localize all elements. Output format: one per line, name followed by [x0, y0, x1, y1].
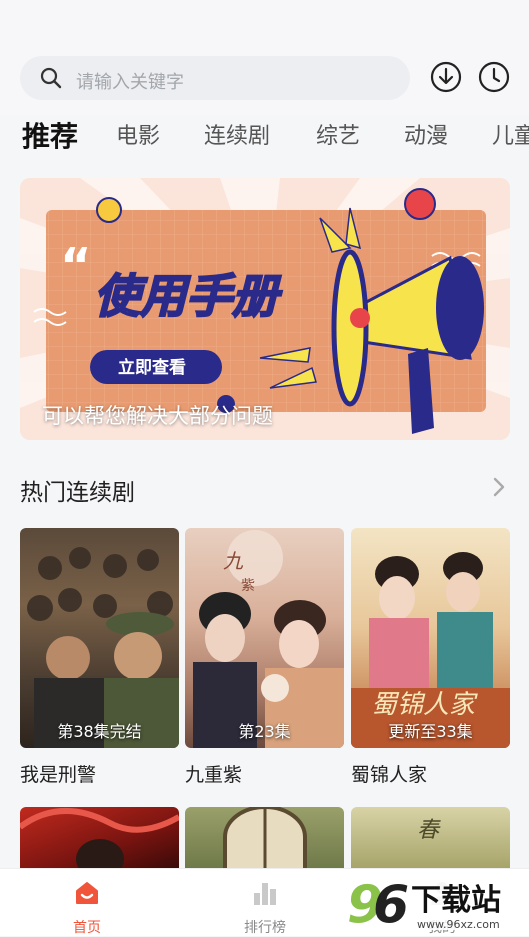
- nav-label: 首页: [73, 920, 101, 936]
- nav-label: 排行榜: [244, 920, 286, 936]
- svg-text:九: 九: [223, 549, 244, 573]
- poster-image: [185, 807, 344, 868]
- drama-title: 蜀锦人家: [351, 764, 428, 786]
- poster-image: 九 紫 第23集: [185, 528, 344, 748]
- drama-card[interactable]: 蜀锦人家 更新至33集 蜀锦人家: [351, 528, 510, 788]
- tab-kids[interactable]: 儿童: [492, 118, 529, 150]
- svg-text:春: 春: [417, 818, 441, 843]
- chevron-right-icon[interactable]: [490, 476, 508, 498]
- episode-badge: 第38集完结: [57, 722, 142, 741]
- banner-heading: 使用手册: [94, 269, 283, 323]
- poster-image: 春: [351, 807, 510, 868]
- tab-variety[interactable]: 综艺: [316, 118, 360, 150]
- drama-card[interactable]: 九 紫 第23集 九重紫: [185, 528, 344, 788]
- category-tabs: 推荐 电影 连续剧 综艺 动漫 儿童: [0, 118, 529, 162]
- svg-text:下载站: 下载站: [411, 883, 501, 918]
- tab-movies[interactable]: 电影: [116, 118, 160, 150]
- search-placeholder: 请输入关键字: [76, 72, 184, 93]
- svg-text:6: 6: [373, 875, 409, 932]
- poster-image: [20, 807, 179, 868]
- watermark-logo: 9 6 下载站 www.96xz.com: [345, 875, 521, 932]
- svg-text:www.96xz.com: www.96xz.com: [417, 918, 500, 931]
- nav-home[interactable]: 首页: [27, 869, 147, 936]
- history-icon[interactable]: [478, 61, 510, 93]
- episode-badge: 更新至33集: [388, 722, 473, 741]
- svg-text:立即查看: 立即查看: [118, 357, 186, 378]
- poster-image: 第38集完结: [20, 528, 179, 748]
- svg-text:蜀锦人家: 蜀锦人家: [371, 690, 478, 720]
- home-icon: [76, 882, 98, 904]
- episode-badge: 第23集: [238, 722, 291, 741]
- section-title: 热门连续剧: [20, 480, 135, 506]
- svg-text:“: “: [60, 238, 92, 294]
- nav-ranking[interactable]: 排行榜: [205, 869, 325, 936]
- drama-card[interactable]: 春: [351, 807, 510, 868]
- search-icon: [40, 67, 62, 89]
- tab-series[interactable]: 连续剧: [204, 118, 270, 150]
- tab-recommend[interactable]: 推荐: [22, 118, 78, 155]
- search-bar[interactable]: 请输入关键字: [20, 56, 410, 100]
- drama-card[interactable]: 第38集完结 我是刑警: [20, 528, 179, 788]
- poster-image: 蜀锦人家 更新至33集: [351, 528, 510, 748]
- drama-card[interactable]: [185, 807, 344, 868]
- promo-banner[interactable]: “ 使用手册 立即查看 可以帮您解决大部分问题: [20, 178, 510, 440]
- banner-caption: 可以帮您解决大部分问题: [42, 404, 273, 428]
- download-icon[interactable]: [430, 61, 462, 93]
- drama-title: 九重紫: [185, 764, 243, 786]
- drama-card[interactable]: [20, 807, 179, 868]
- ranking-icon: [254, 883, 276, 905]
- tab-anime[interactable]: 动漫: [404, 118, 448, 150]
- svg-text:紫: 紫: [241, 578, 255, 594]
- drama-title: 我是刑警: [20, 764, 97, 786]
